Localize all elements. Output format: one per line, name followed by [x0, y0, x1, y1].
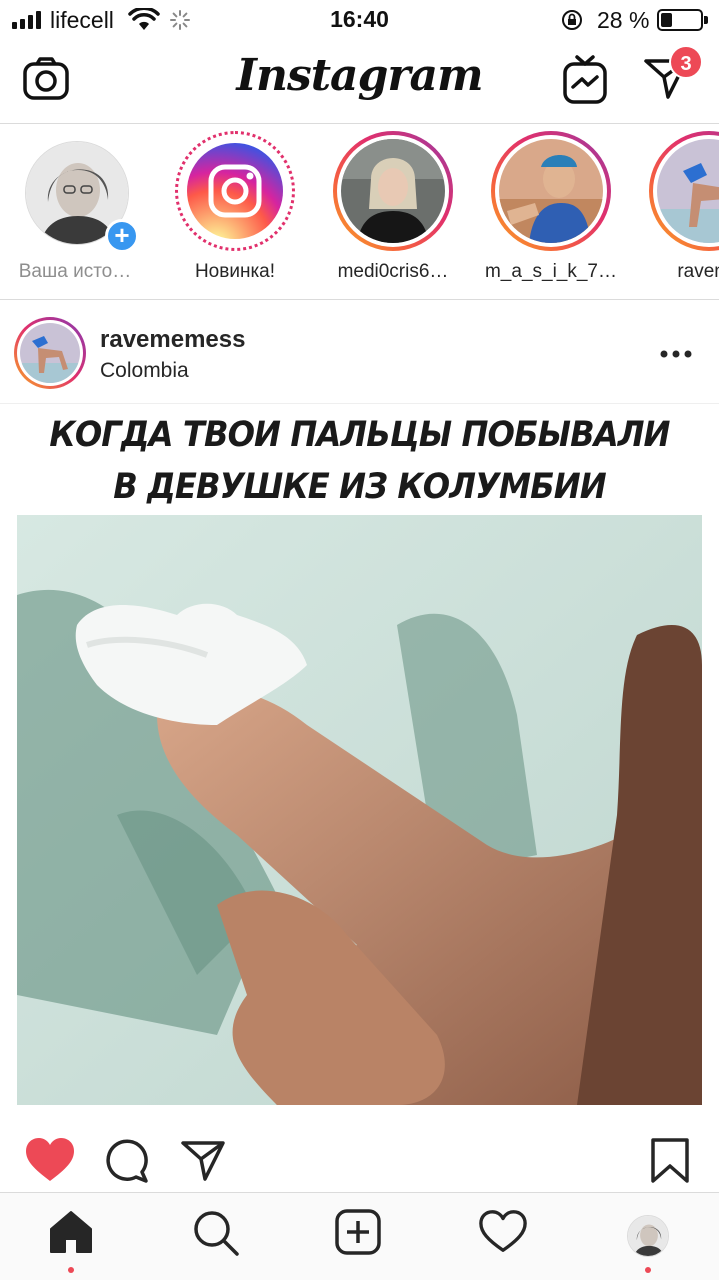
post-media[interactable]: КОГДА ТВОИ ПАЛЬЦЫ ПОБЫВАЛИ В ДЕВУШКЕ ИЗ …: [0, 405, 719, 1120]
post-actions: [0, 1120, 719, 1192]
meme-caption-line: В ДЕВУШКЕ ИЗ КОЛУМБИИ: [113, 467, 606, 507]
post-username[interactable]: ravememess: [100, 326, 245, 354]
story-avatar: [341, 139, 445, 243]
battery-icon: [657, 9, 708, 31]
new-post-icon[interactable]: [335, 1209, 381, 1255]
story-ring: [333, 131, 453, 251]
story-ring: [649, 131, 719, 251]
like-icon[interactable]: [24, 1137, 76, 1183]
rotation-lock-icon: [562, 10, 582, 30]
add-story-icon[interactable]: +: [105, 219, 139, 253]
story-label: m_a_s_i_k_7…: [484, 261, 618, 282]
share-icon[interactable]: [180, 1138, 226, 1182]
meme-caption-line: КОГДА ТВОИ ПАЛЬЦЫ ПОБЫВАЛИ: [49, 415, 670, 455]
post-author-avatar[interactable]: [14, 317, 86, 389]
story-label: raveme: [677, 261, 719, 282]
story-label: Ваша исто…: [18, 261, 132, 282]
instagram-logo: Instagram: [236, 50, 483, 101]
meme-caption: КОГДА ТВОИ ПАЛЬЦЫ ПОБЫВАЛИ В ДЕВУШКЕ ИЗ …: [29, 409, 690, 513]
battery-percent: 28 %: [597, 7, 650, 33]
comment-icon[interactable]: [104, 1138, 150, 1184]
home-notification-dot: [68, 1267, 74, 1273]
status-bar: lifecell 16:40 28 %: [0, 0, 719, 40]
profile-notification-dot: [645, 1267, 651, 1273]
bottom-tab-bar: [0, 1192, 719, 1280]
story-ring: [491, 131, 611, 251]
search-icon[interactable]: [192, 1209, 240, 1257]
story-label: Новинка!: [194, 261, 276, 282]
top-navigation: Instagram 3: [0, 40, 719, 124]
profile-avatar[interactable]: [627, 1215, 669, 1257]
post-location[interactable]: Colombia: [100, 359, 189, 383]
instagram-app-icon: [187, 143, 283, 239]
save-bookmark-icon[interactable]: [650, 1138, 690, 1184]
stories-tray: + Ваша исто… Новинка! medi0cris6… m_a_s_…: [0, 125, 719, 300]
more-options-icon[interactable]: [658, 339, 694, 369]
story-label: medi0cris6…: [337, 261, 449, 282]
home-icon[interactable]: [48, 1209, 94, 1255]
post-photo: [17, 515, 702, 1105]
activity-heart-icon[interactable]: [478, 1209, 528, 1255]
story-avatar: [499, 139, 603, 243]
direct-message-badge: 3: [669, 45, 703, 79]
igtv-icon[interactable]: [562, 55, 608, 105]
post-header: ravememess Colombia: [0, 301, 719, 404]
